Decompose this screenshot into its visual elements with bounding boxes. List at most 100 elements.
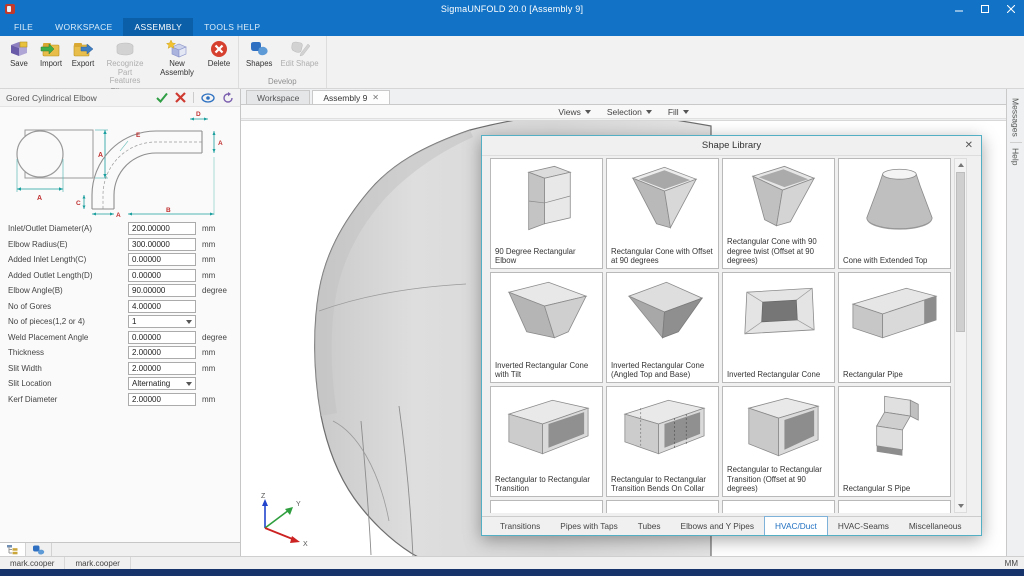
shape-tile-rect-cone-twist[interactable]: Rectangular Cone with 90 degree twist (O…	[722, 158, 835, 269]
kerf-diameter-input[interactable]	[128, 393, 196, 406]
scroll-up-button[interactable]	[955, 159, 966, 171]
shape-tile-inverted-rect-cone[interactable]: Inverted Rectangular Cone	[722, 272, 835, 383]
shape-tile-rect-rect-transition[interactable]: Rectangular to Rectangular Transition	[490, 386, 603, 497]
shape-tile-rectangular-pipe[interactable]: Rectangular Pipe	[838, 272, 951, 383]
category-tab-hvac-seams[interactable]: HVAC-Seams	[828, 517, 899, 535]
preview-eye-icon[interactable]	[201, 93, 215, 103]
tab-assembly9-doc[interactable]: Assembly 9✕	[312, 90, 390, 104]
shape-tile-partial[interactable]	[722, 500, 835, 513]
dimension-diagram: A A D A E C	[0, 107, 241, 219]
tab-assembly[interactable]: ASSEMBLY	[123, 18, 193, 36]
shape-tile-inverted-rect-cone-angled[interactable]: Inverted Rectangular Cone (Angled Top an…	[606, 272, 719, 383]
no-of-pieces-select[interactable]: 1	[128, 315, 196, 328]
inlet-outlet-diameter-input[interactable]	[128, 222, 196, 235]
param-row: Thicknessmm	[0, 345, 240, 361]
shape-tile-inverted-rect-cone-tilt[interactable]: Inverted Rectangular Cone with Tilt	[490, 272, 603, 383]
tree-view-tab[interactable]	[0, 543, 26, 556]
cancel-x-icon[interactable]	[175, 92, 186, 103]
shape-tile-rect-rect-transition-bends[interactable]: Rectangular to Rectangular Transition Be…	[606, 386, 719, 497]
shape-title: Gored Cylindrical Elbow	[6, 93, 97, 103]
edit-shape-button: Edit Shape	[276, 38, 322, 69]
import-button[interactable]: Import	[35, 38, 67, 69]
category-tab-tubes[interactable]: Tubes	[628, 517, 671, 535]
elbow-angle-input[interactable]	[128, 284, 196, 297]
close-button[interactable]	[998, 0, 1024, 18]
tab-tools-help[interactable]: TOOLS HELP	[193, 18, 271, 36]
recognize-part-features-icon	[113, 39, 137, 59]
param-row: Slit LocationAlternating	[0, 376, 240, 392]
new-assembly-button[interactable]: New Assembly	[151, 38, 203, 77]
param-row: Elbow Radius(E)mm	[0, 237, 240, 253]
ribbon: Save Import Export Recognize Part Featur…	[0, 36, 1024, 89]
shape-tile-rect-rect-transition-offset[interactable]: Rectangular to Rectangular Transition (O…	[722, 386, 835, 497]
reset-rotate-icon[interactable]	[222, 92, 234, 104]
dialog-scrollbar[interactable]	[954, 158, 967, 513]
save-icon	[7, 39, 31, 59]
help-tab[interactable]: Help	[1011, 143, 1021, 170]
scroll-down-button[interactable]	[955, 500, 966, 512]
shape-tile-partial[interactable]	[606, 500, 719, 513]
save-button[interactable]: Save	[3, 38, 35, 69]
svg-text:A: A	[116, 212, 121, 219]
fill-menu[interactable]: Fill	[668, 107, 689, 117]
dialog-close-icon[interactable]: ✕	[965, 136, 973, 155]
shape-thumbnail	[497, 162, 596, 234]
export-button[interactable]: Export	[67, 38, 99, 69]
new-assembly-icon	[165, 39, 189, 59]
added-inlet-length-input[interactable]	[128, 253, 196, 266]
maximize-button[interactable]	[972, 0, 998, 18]
thickness-input[interactable]	[128, 346, 196, 359]
shapes-icon	[32, 545, 45, 555]
category-tab-pipes-with-taps[interactable]: Pipes with Taps	[550, 517, 628, 535]
export-icon	[71, 39, 95, 59]
shape-thumbnail	[497, 390, 596, 462]
shape-thumbnail	[845, 390, 944, 462]
shape-tile-partial[interactable]	[838, 500, 951, 513]
arrow-down-icon	[958, 504, 964, 508]
weld-placement-angle-input[interactable]	[128, 331, 196, 344]
shapes-panel-tab[interactable]	[26, 543, 52, 556]
axis-triad: Z Y X	[247, 490, 317, 548]
parameter-panel-header: Gored Cylindrical Elbow	[0, 89, 240, 107]
tab-workspace-doc[interactable]: Workspace	[246, 90, 310, 104]
status-user-2: mark.cooper	[65, 557, 130, 569]
ribbon-tab-bar: FILE WORKSPACE ASSEMBLY TOOLS HELP	[0, 18, 1024, 36]
tab-workspace[interactable]: WORKSPACE	[44, 18, 123, 36]
minimize-button[interactable]	[946, 0, 972, 18]
parameter-panel: Gored Cylindrical Elbow A A	[0, 89, 241, 556]
chevron-down-icon	[186, 382, 192, 386]
tree-icon	[7, 545, 19, 555]
chevron-down-icon	[186, 320, 192, 324]
divider	[193, 92, 194, 103]
no-of-gores-input[interactable]	[128, 300, 196, 313]
shape-tile-rectangular-s-pipe[interactable]: Rectangular S Pipe	[838, 386, 951, 497]
delete-button[interactable]: Delete	[203, 38, 235, 69]
category-tab-elbows-y-pipes[interactable]: Elbows and Y Pipes	[671, 517, 765, 535]
shape-tile-cone-extended-top[interactable]: Cone with Extended Top	[838, 158, 951, 269]
shape-tile-partial[interactable]	[490, 500, 603, 513]
category-tab-transitions[interactable]: Transitions	[490, 517, 550, 535]
bottom-accent-strip	[0, 569, 1024, 576]
selection-menu[interactable]: Selection	[607, 107, 652, 117]
close-tab-icon[interactable]: ✕	[372, 94, 379, 102]
slit-location-select[interactable]: Alternating	[128, 377, 196, 390]
added-outlet-length-input[interactable]	[128, 269, 196, 282]
category-tab-miscellaneous[interactable]: Miscellaneous	[899, 517, 972, 535]
dialog-title: Shape Library	[702, 140, 761, 151]
shape-tile-90-degree-rectangular-elbow[interactable]: 90 Degree Rectangular Elbow	[490, 158, 603, 269]
shape-grid: 90 Degree Rectangular Elbow Rectangular …	[490, 158, 951, 513]
svg-text:A: A	[218, 140, 223, 147]
messages-tab[interactable]: Messages	[1011, 93, 1021, 142]
slit-width-input[interactable]	[128, 362, 196, 375]
document-tab-bar: Workspace Assembly 9✕	[241, 89, 1006, 105]
views-menu[interactable]: Views	[558, 107, 591, 117]
tab-file[interactable]: FILE	[3, 18, 44, 36]
shape-tile-rect-cone-offset-90[interactable]: Rectangular Cone with Offset at 90 degre…	[606, 158, 719, 269]
apply-check-icon[interactable]	[156, 92, 168, 103]
shapes-button[interactable]: Shapes	[242, 38, 276, 69]
parameter-list: Inlet/Outlet Diameter(A)mm Elbow Radius(…	[0, 221, 240, 407]
delete-icon	[207, 39, 231, 59]
elbow-radius-input[interactable]	[128, 238, 196, 251]
scrollbar-thumb[interactable]	[956, 172, 965, 332]
category-tab-hvac-duct[interactable]: HVAC/Duct	[764, 516, 828, 535]
